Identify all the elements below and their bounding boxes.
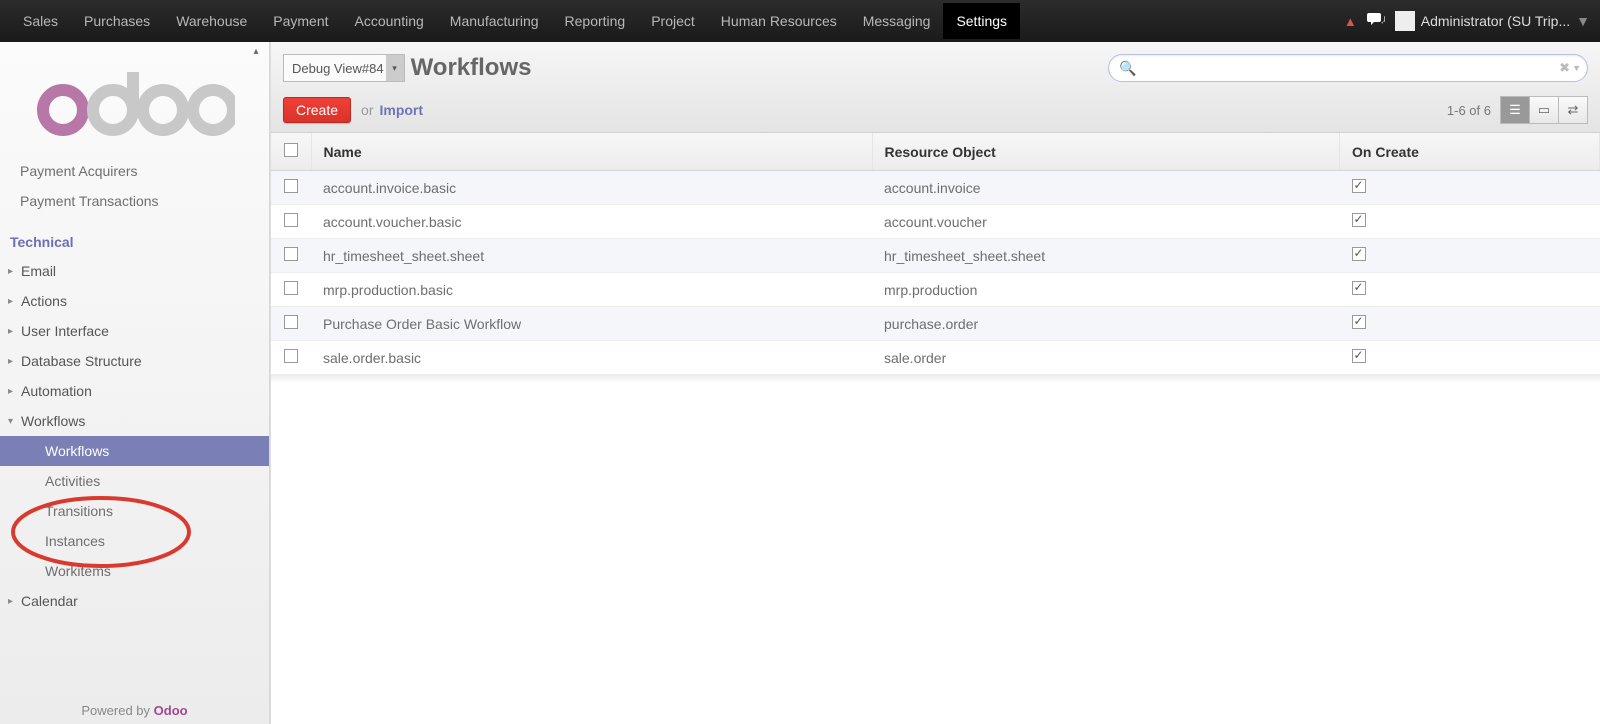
cell-name: sale.order.basic <box>311 341 872 375</box>
content: Debug View#84 ▾ Workflows 🔍 ✖ ▼ Create o… <box>270 42 1600 724</box>
or-label: or <box>361 102 373 118</box>
cell-name: hr_timesheet_sheet.sheet <box>311 239 872 273</box>
sidebar-group-calendar[interactable]: Calendar <box>0 586 269 616</box>
sidebar-group-user-interface[interactable]: User Interface <box>0 316 269 346</box>
topbar: SalesPurchasesWarehousePaymentAccounting… <box>0 0 1600 42</box>
view-form-button[interactable]: ▭ <box>1529 96 1559 124</box>
warning-icon[interactable]: ▲ <box>1344 14 1357 29</box>
sidebar-group-email[interactable]: Email <box>0 256 269 286</box>
col-select-all[interactable] <box>271 133 311 171</box>
sidebar-item-payment-transactions[interactable]: Payment Transactions <box>0 186 269 216</box>
topnav-settings[interactable]: Settings <box>943 3 1020 39</box>
table-row[interactable]: mrp.production.basicmrp.production <box>271 273 1600 307</box>
topnav-purchases[interactable]: Purchases <box>71 3 163 39</box>
table-row[interactable]: sale.order.basicsale.order <box>271 341 1600 375</box>
row-checkbox[interactable] <box>271 341 311 375</box>
row-checkbox[interactable] <box>271 205 311 239</box>
debug-view-select[interactable]: Debug View#84 ▾ <box>283 54 405 82</box>
topnav-sales[interactable]: Sales <box>10 3 71 39</box>
cell-oncreate <box>1340 307 1600 341</box>
brand-link[interactable]: Odoo <box>154 703 188 718</box>
cell-resource: account.voucher <box>872 205 1340 239</box>
topnav-manufacturing[interactable]: Manufacturing <box>437 3 552 39</box>
user-menu[interactable]: Administrator (SU Trip... ▼ <box>1395 11 1590 31</box>
topnav-accounting[interactable]: Accounting <box>342 3 437 39</box>
cell-oncreate <box>1340 171 1600 205</box>
sidebar-heading-technical: Technical <box>0 226 269 256</box>
search-clear[interactable]: ✖ ▼ <box>1559 60 1581 76</box>
col-resource[interactable]: Resource Object <box>872 133 1340 171</box>
col-name[interactable]: Name <box>311 133 872 171</box>
logo <box>0 42 269 156</box>
create-button[interactable]: Create <box>283 97 351 123</box>
cell-oncreate <box>1340 205 1600 239</box>
cell-resource: account.invoice <box>872 171 1340 205</box>
sidebar-sub-instances[interactable]: Instances <box>0 526 269 556</box>
sidebar-sub-workitems[interactable]: Workitems <box>0 556 269 586</box>
scroll-up-icon[interactable]: ▴ <box>249 46 263 57</box>
import-link[interactable]: Import <box>379 102 423 118</box>
sidebar-sub-transitions[interactable]: Transitions <box>0 496 269 526</box>
sidebar-group-actions[interactable]: Actions <box>0 286 269 316</box>
user-label: Administrator (SU Trip... <box>1421 13 1570 29</box>
view-diagram-button[interactable]: ⇄ <box>1558 96 1588 124</box>
view-switcher: ☰ ▭ ⇄ <box>1501 96 1588 124</box>
cell-name: account.voucher.basic <box>311 205 872 239</box>
top-menu: SalesPurchasesWarehousePaymentAccounting… <box>10 3 1020 39</box>
cell-resource: sale.order <box>872 341 1340 375</box>
table-row[interactable]: account.invoice.basicaccount.invoice <box>271 171 1600 205</box>
chat-icon[interactable] <box>1367 13 1385 30</box>
row-checkbox[interactable] <box>271 171 311 205</box>
cell-oncreate <box>1340 341 1600 375</box>
cell-resource: mrp.production <box>872 273 1340 307</box>
sidebar-sub-workflows[interactable]: Workflows <box>0 436 269 466</box>
table-row[interactable]: Purchase Order Basic Workflowpurchase.or… <box>271 307 1600 341</box>
cell-name: Purchase Order Basic Workflow <box>311 307 872 341</box>
caret-down-icon: ▼ <box>1576 13 1590 29</box>
row-checkbox[interactable] <box>271 239 311 273</box>
sidebar-item-payment-acquirers[interactable]: Payment Acquirers <box>0 156 269 186</box>
sidebar-group-automation[interactable]: Automation <box>0 376 269 406</box>
topnav-warehouse[interactable]: Warehouse <box>163 3 260 39</box>
workflows-table: Name Resource Object On Create account.i… <box>271 133 1600 375</box>
cell-oncreate <box>1340 239 1600 273</box>
table-row[interactable]: hr_timesheet_sheet.sheethr_timesheet_she… <box>271 239 1600 273</box>
view-list-button[interactable]: ☰ <box>1500 96 1530 124</box>
sidebar-group-database-structure[interactable]: Database Structure <box>0 346 269 376</box>
avatar-icon <box>1395 11 1415 31</box>
topnav-project[interactable]: Project <box>638 3 708 39</box>
search-input[interactable] <box>1140 61 1559 76</box>
cell-resource: purchase.order <box>872 307 1340 341</box>
search-icon: 🔍 <box>1119 60 1136 77</box>
content-header: Debug View#84 ▾ Workflows 🔍 ✖ ▼ Create o… <box>271 42 1600 133</box>
table-row[interactable]: account.voucher.basicaccount.voucher <box>271 205 1600 239</box>
sidebar-group-workflows[interactable]: Workflows <box>0 406 269 436</box>
topnav-reporting[interactable]: Reporting <box>552 3 639 39</box>
sidebar: ▴ Payment AcquirersPayment Transactions … <box>0 42 270 724</box>
col-oncreate[interactable]: On Create <box>1340 133 1600 171</box>
cell-oncreate <box>1340 273 1600 307</box>
row-checkbox[interactable] <box>271 273 311 307</box>
cell-name: account.invoice.basic <box>311 171 872 205</box>
page-title: Workflows <box>411 54 532 82</box>
sidebar-sub-activities[interactable]: Activities <box>0 466 269 496</box>
chevron-down-icon: ▾ <box>386 55 404 81</box>
topnav-messaging[interactable]: Messaging <box>850 3 944 39</box>
search-box[interactable]: 🔍 ✖ ▼ <box>1108 54 1588 82</box>
cell-resource: hr_timesheet_sheet.sheet <box>872 239 1340 273</box>
topnav-payment[interactable]: Payment <box>260 3 341 39</box>
powered-by: Powered by Odoo <box>0 703 269 718</box>
cell-name: mrp.production.basic <box>311 273 872 307</box>
table-wrap: Name Resource Object On Create account.i… <box>271 133 1600 724</box>
pager-text: 1-6 of 6 <box>1447 103 1491 118</box>
topnav-human-resources[interactable]: Human Resources <box>708 3 850 39</box>
row-checkbox[interactable] <box>271 307 311 341</box>
